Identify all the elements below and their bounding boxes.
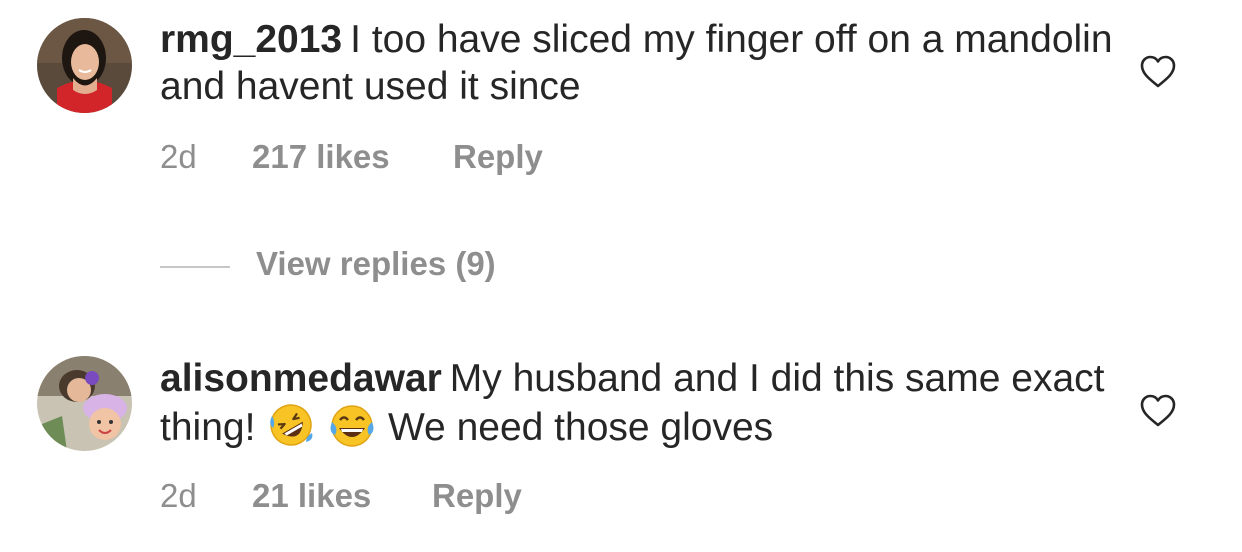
rolling-on-floor-laughing-icon: [270, 404, 313, 446]
heart-outline-icon[interactable]: [1140, 394, 1176, 428]
comment-text: alisonmedawar My husband and I did this s…: [160, 355, 1120, 451]
comment-time: 2d: [160, 477, 197, 514]
comment-text: rmg_2013 I too have sliced my finger off …: [160, 16, 1120, 110]
username[interactable]: alisonmedawar: [160, 357, 442, 400]
reply-button[interactable]: Reply: [432, 477, 522, 515]
view-replies-link[interactable]: View replies (9): [256, 245, 496, 283]
likes-count[interactable]: 217 likes: [252, 138, 390, 176]
avatar[interactable]: [37, 356, 132, 451]
comment-body-end: We need those gloves: [387, 406, 774, 449]
username[interactable]: rmg_2013: [160, 18, 342, 61]
likes-count[interactable]: 21 likes: [252, 477, 371, 515]
reply-button[interactable]: Reply: [453, 138, 543, 176]
face-with-tears-of-joy-icon: [330, 405, 374, 447]
avatar[interactable]: [37, 18, 132, 113]
replies-divider: [160, 266, 230, 268]
comment-time: 2d: [160, 138, 197, 175]
heart-outline-icon[interactable]: [1140, 55, 1176, 89]
